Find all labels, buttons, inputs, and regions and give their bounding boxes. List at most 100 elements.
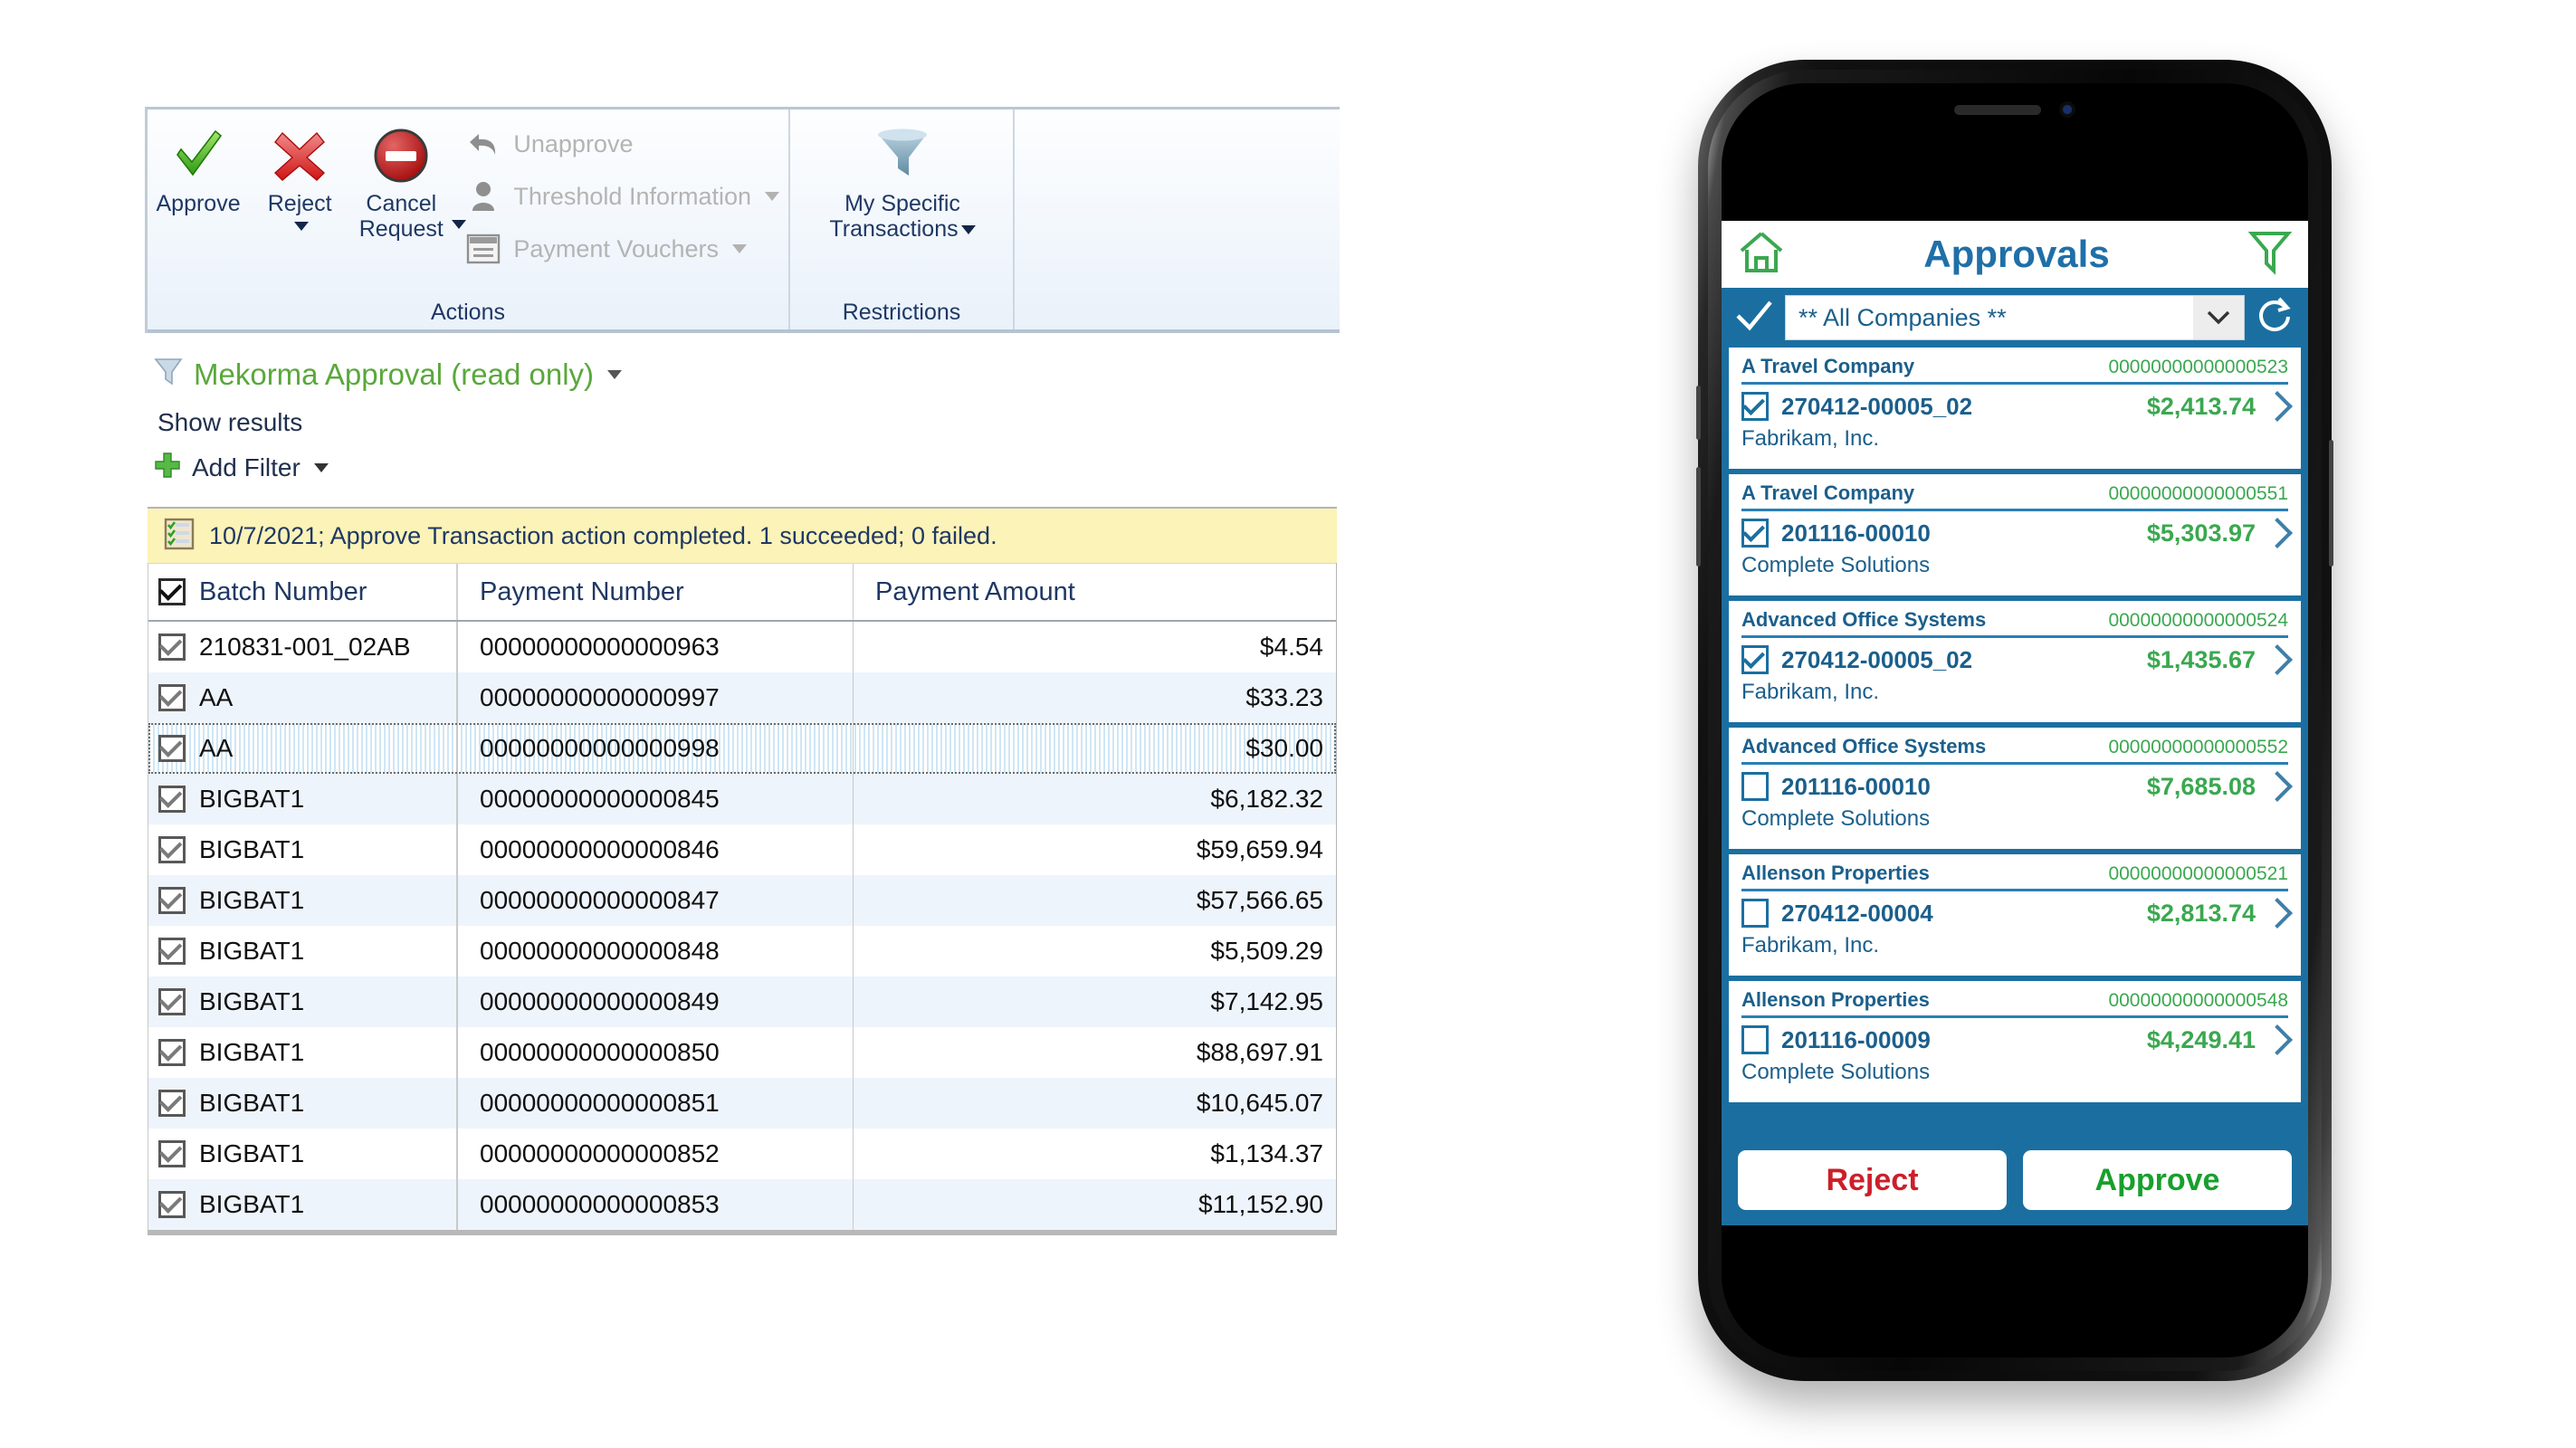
cell-payment-amount: $88,697.91 xyxy=(853,1027,1336,1078)
cell-batch-number: BIGBAT1 xyxy=(199,785,305,813)
row-checkbox[interactable] xyxy=(148,886,196,914)
cell-payment-number: 00000000000000998 xyxy=(480,734,720,762)
chevron-right-icon[interactable] xyxy=(2262,518,2293,548)
cancel-request-dropdown-caret[interactable] xyxy=(449,216,466,233)
table-row[interactable]: BIGBAT1 00000000000000849 $7,142.95 xyxy=(148,976,1336,1027)
card-checkbox[interactable] xyxy=(1741,645,1769,674)
chevron-right-icon[interactable] xyxy=(2262,1024,2293,1055)
my-specific-transactions-caret[interactable] xyxy=(960,225,976,235)
approvals-app: Approvals ** All Companies ** A Travel C… xyxy=(1722,221,2308,1225)
approval-card[interactable]: Advanced Office Systems 00000000000000524… xyxy=(1729,601,2301,722)
card-body: 201116-00010 $5,303.97 xyxy=(1741,518,2293,548)
card-reference: 201116-00009 xyxy=(1781,1025,1931,1053)
reject-dropdown-caret[interactable] xyxy=(291,218,309,234)
reject-button[interactable]: Reject xyxy=(1738,1150,2007,1210)
table-row[interactable]: BIGBAT1 00000000000000853 $11,152.90 xyxy=(148,1179,1336,1230)
approval-card[interactable]: Allenson Properties 00000000000000521 2704… xyxy=(1729,854,2301,976)
earpiece-speaker-icon xyxy=(1954,104,2041,115)
card-checkbox[interactable] xyxy=(1741,1025,1769,1054)
card-vendor: Fabrikam, Inc. xyxy=(1741,680,1880,704)
cell-batch-number: BIGBAT1 xyxy=(199,1038,305,1066)
power-button[interactable] xyxy=(2329,440,2333,567)
home-icon[interactable] xyxy=(1738,230,1785,280)
checklist-icon xyxy=(164,518,195,555)
column-header-payment-amount[interactable]: Payment Amount xyxy=(853,564,1336,620)
row-checkbox[interactable] xyxy=(148,633,196,661)
row-checkbox[interactable] xyxy=(148,835,196,863)
card-reference: 201116-00010 xyxy=(1781,772,1931,800)
volume-down-button[interactable] xyxy=(1696,467,1701,567)
chevron-right-icon[interactable] xyxy=(2262,644,2293,675)
chevron-right-icon[interactable] xyxy=(2262,898,2293,929)
chevron-right-icon[interactable] xyxy=(2262,771,2293,802)
table-row[interactable]: AA 00000000000000998 $30.00 xyxy=(148,723,1336,774)
table-row[interactable]: BIGBAT1 00000000000000848 $5,509.29 xyxy=(148,926,1336,976)
column-header-batch-number[interactable]: Batch Number xyxy=(196,577,456,607)
approval-card[interactable]: A Travel Company 00000000000000523 270412-… xyxy=(1729,348,2301,469)
row-checkbox[interactable] xyxy=(148,683,196,711)
row-checkbox[interactable] xyxy=(148,734,196,762)
row-checkbox[interactable] xyxy=(148,1139,196,1167)
approve-button[interactable]: Approve xyxy=(2023,1150,2292,1210)
card-company: Allenson Properties xyxy=(1741,862,1930,884)
row-checkbox[interactable] xyxy=(148,1089,196,1117)
cancel-request-label: Cancel Request xyxy=(358,191,444,242)
chevron-right-icon[interactable] xyxy=(2262,391,2293,422)
card-header: Allenson Properties 00000000000000521 xyxy=(1741,862,2288,889)
cell-payment-number: 00000000000000850 xyxy=(480,1038,720,1066)
card-checkbox[interactable] xyxy=(1741,899,1769,928)
payment-vouchers-caret[interactable] xyxy=(732,244,748,253)
row-checkbox[interactable] xyxy=(148,937,196,965)
select-all-checkbox[interactable] xyxy=(148,577,196,605)
check-icon[interactable] xyxy=(1734,298,1774,338)
card-checkbox[interactable] xyxy=(1741,392,1769,421)
voucher-window-icon xyxy=(464,230,502,268)
table-row[interactable]: BIGBAT1 00000000000000850 $88,697.91 xyxy=(148,1027,1336,1078)
unapprove-button[interactable]: Unapprove xyxy=(464,124,779,164)
app-header: Approvals xyxy=(1722,221,2308,288)
table-row[interactable]: BIGBAT1 00000000000000851 $10,645.07 xyxy=(148,1078,1336,1129)
filter-header: Mekorma Approval (read only) Show result… xyxy=(145,333,1340,483)
row-checkbox[interactable] xyxy=(148,1190,196,1218)
card-body: 270412-00004 $2,813.74 xyxy=(1741,898,2293,929)
app-title: Approvals xyxy=(1923,233,2110,275)
filter-title-row[interactable]: Mekorma Approval (read only) xyxy=(154,357,1340,392)
card-checkbox[interactable] xyxy=(1741,772,1769,801)
add-filter-button[interactable]: Add Filter xyxy=(154,452,1340,483)
cell-payment-number: 00000000000000846 xyxy=(480,835,720,863)
table-row[interactable]: 210831-001_02AB 00000000000000963 $4.54 xyxy=(148,622,1336,672)
approval-card[interactable]: Advanced Office Systems 00000000000000552… xyxy=(1729,728,2301,849)
card-header: Allenson Properties 00000000000000548 xyxy=(1741,988,2288,1015)
threshold-information-caret[interactable] xyxy=(765,192,780,201)
my-specific-transactions-button[interactable]: My Specific Transactions xyxy=(790,110,1015,242)
payment-vouchers-button[interactable]: Payment Vouchers xyxy=(464,229,779,269)
threshold-information-button[interactable]: Threshold Information xyxy=(464,176,780,216)
add-filter-caret[interactable] xyxy=(313,462,329,472)
card-amount: $2,413.74 xyxy=(2146,392,2256,420)
funnel-icon[interactable] xyxy=(2247,229,2293,281)
cell-payment-amount: $59,659.94 xyxy=(853,824,1336,875)
column-header-payment-number[interactable]: Payment Number xyxy=(458,577,853,607)
my-specific-transactions-label: My Specific Transactions xyxy=(829,191,960,242)
row-checkbox[interactable] xyxy=(148,987,196,1015)
cell-batch-number: AA xyxy=(199,734,234,762)
approval-card[interactable]: Allenson Properties 00000000000000548 2011… xyxy=(1729,981,2301,1102)
table-row[interactable]: BIGBAT1 00000000000000852 $1,134.37 xyxy=(148,1129,1336,1179)
card-checkbox[interactable] xyxy=(1741,519,1769,548)
filter-title-caret[interactable] xyxy=(607,369,623,379)
table-row[interactable]: BIGBAT1 00000000000000845 $6,182.32 xyxy=(148,774,1336,824)
row-checkbox[interactable] xyxy=(148,785,196,813)
volume-up-button[interactable] xyxy=(1696,386,1701,440)
company-select[interactable]: ** All Companies ** xyxy=(1785,295,2245,340)
chevron-down-icon[interactable] xyxy=(2193,296,2244,339)
table-row[interactable]: BIGBAT1 00000000000000847 $57,566.65 xyxy=(148,875,1336,926)
approval-card[interactable]: A Travel Company 00000000000000551 201116-… xyxy=(1729,474,2301,595)
cell-payment-amount: $7,142.95 xyxy=(853,976,1336,1027)
card-reference: 201116-00010 xyxy=(1781,519,1931,547)
row-checkbox[interactable] xyxy=(148,1038,196,1066)
table-row[interactable]: AA 00000000000000997 $33.23 xyxy=(148,672,1336,723)
cell-batch-number: BIGBAT1 xyxy=(199,937,305,965)
refresh-icon[interactable] xyxy=(2256,295,2295,341)
table-row[interactable]: BIGBAT1 00000000000000846 $59,659.94 xyxy=(148,824,1336,875)
approval-card-list[interactable]: A Travel Company 00000000000000523 270412-… xyxy=(1722,348,2308,1135)
